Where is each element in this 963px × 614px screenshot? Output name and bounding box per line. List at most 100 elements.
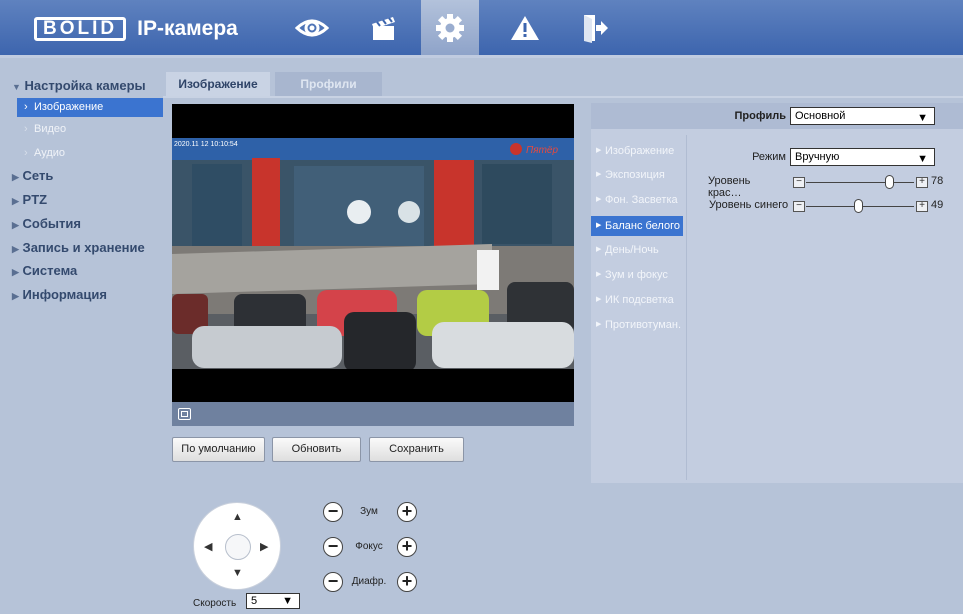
refresh-button[interactable]: Обновить [272, 437, 361, 462]
iris-in-button[interactable]: + [397, 572, 417, 592]
sidebar-group-label: Система [22, 263, 78, 278]
triangle-right-icon: ▶ [596, 147, 602, 154]
menu-item-label: Изображение [605, 145, 675, 157]
nav-live-view[interactable] [283, 0, 341, 55]
triangle-right-icon: ▶ [12, 267, 19, 277]
arrow-right-icon[interactable]: ▶ [260, 540, 268, 553]
video-timestamp: 2020.11 12 10:10:54 [174, 141, 238, 148]
video-toolbar [172, 402, 574, 426]
nav-settings[interactable] [421, 0, 479, 55]
triangle-right-icon: ▶ [12, 291, 19, 301]
chevron-right-icon: › [24, 101, 28, 113]
red-decrease-button[interactable]: − [793, 177, 805, 188]
clapperboard-icon [372, 16, 395, 40]
sidebar-events[interactable]: ▶ События [12, 216, 81, 231]
mode-select[interactable]: Вручную ▼ [790, 148, 935, 166]
triangle-right-icon: ▶ [12, 244, 19, 254]
zoom-label: Зум [360, 506, 378, 517]
menu-item-zoom-focus[interactable]: ▶ Зум и фокус [591, 265, 683, 285]
red-increase-button[interactable]: + [916, 177, 928, 188]
menu-item-backlight[interactable]: ▶ Фон. Засветка [591, 190, 683, 210]
chevron-right-icon: › [24, 123, 28, 135]
sidebar-ptz[interactable]: ▶ PTZ [12, 192, 47, 207]
sidebar-item-audio[interactable]: › Аудио [17, 144, 163, 163]
menu-item-label: Противотуман. [605, 319, 682, 331]
menu-item-ir[interactable]: ▶ ИК подсветка [591, 290, 683, 310]
chevron-down-icon: ▼ [917, 112, 928, 124]
eye-icon [295, 19, 329, 36]
zoom-out-button[interactable]: − [323, 502, 343, 522]
mode-label: Режим [752, 151, 786, 163]
speed-label: Скорость [193, 598, 237, 609]
sidebar-camera-settings[interactable]: ▼ Настройка камеры [12, 78, 146, 93]
blue-slider-knob[interactable] [853, 199, 863, 213]
profile-select[interactable]: Основной ▼ [790, 107, 935, 125]
arrow-down-icon[interactable]: ▼ [232, 567, 243, 579]
chevron-down-icon: ▼ [917, 153, 928, 165]
triangle-right-icon: ▶ [596, 222, 602, 229]
menu-item-day-night[interactable]: ▶ День/Ночь [591, 240, 683, 260]
speed-select[interactable]: 5 ▼ [246, 593, 300, 609]
blue-decrease-button[interactable]: − [793, 201, 805, 212]
triangle-right-icon: ▶ [596, 321, 602, 328]
nav-playback[interactable] [354, 0, 412, 55]
ptz-dpad[interactable]: ▲ ▼ ◀ ▶ [193, 502, 281, 590]
focus-out-button[interactable]: − [323, 537, 343, 557]
red-slider-knob[interactable] [885, 175, 895, 189]
sidebar-item-image[interactable]: › Изображение [17, 98, 163, 117]
exit-icon [584, 14, 608, 43]
save-button[interactable]: Сохранить [369, 437, 464, 462]
nav-alarm[interactable] [496, 0, 554, 55]
sidebar-group-label: Информация [22, 287, 107, 302]
triangle-right-icon: ▶ [12, 220, 19, 230]
triangle-right-icon: ▶ [596, 271, 602, 278]
tab-profiles[interactable]: Профили [275, 72, 382, 96]
iris-label: Диафр. [351, 576, 387, 587]
blue-increase-button[interactable]: + [916, 201, 928, 212]
mode-value: Вручную [795, 151, 840, 163]
sidebar-group-label: PTZ [22, 192, 48, 207]
nav-logout[interactable] [566, 0, 624, 55]
chevron-right-icon: › [24, 147, 28, 159]
sidebar-network[interactable]: ▶ Сеть [12, 168, 53, 183]
sidebar: ▼ Настройка камеры › Изображение › Видео… [0, 58, 163, 614]
sidebar-group-label: События [22, 216, 81, 231]
tab-strip-line [163, 96, 963, 98]
iris-out-button[interactable]: − [323, 572, 343, 592]
menu-item-image[interactable]: ▶ Изображение [591, 141, 683, 161]
sidebar-system[interactable]: ▶ Система [12, 263, 77, 278]
menu-divider [686, 135, 687, 480]
sidebar-item-label: Изображение [34, 101, 104, 113]
menu-item-label: Баланс белого [605, 220, 680, 232]
focus-in-button[interactable]: + [397, 537, 417, 557]
menu-item-label: ИК подсветка [605, 294, 674, 306]
menu-item-white-balance[interactable]: ▶ Баланс белого [591, 216, 683, 236]
triangle-right-icon: ▶ [596, 296, 602, 303]
arrow-left-icon[interactable]: ◀ [204, 540, 212, 553]
tab-image[interactable]: Изображение [166, 72, 270, 96]
logo-box: BOLID [34, 17, 127, 41]
focus-label: Фокус [355, 541, 383, 552]
triangle-right-icon: ▶ [596, 171, 602, 178]
gear-icon [436, 13, 464, 42]
arrow-up-icon[interactable]: ▲ [232, 511, 243, 523]
sidebar-item-video[interactable]: › Видео [17, 120, 163, 139]
sidebar-group-label: Запись и хранение [22, 240, 145, 255]
triangle-right-icon: ▶ [12, 172, 19, 182]
sidebar-storage[interactable]: ▶ Запись и хранение [12, 240, 145, 255]
top-bar: BOLID IP-камера [0, 0, 963, 58]
menu-item-defog[interactable]: ▶ Противотуман. [591, 315, 683, 335]
sidebar-item-label: Аудио [34, 147, 66, 159]
chevron-down-icon: ▼ [282, 595, 293, 607]
warning-icon [511, 15, 539, 40]
menu-item-exposure[interactable]: ▶ Экспозиция [591, 165, 683, 185]
sidebar-info[interactable]: ▶ Информация [12, 287, 107, 302]
red-slider-track[interactable] [806, 182, 914, 183]
default-button[interactable]: По умолчанию [172, 437, 265, 462]
menu-item-label: День/Ночь [605, 244, 659, 256]
zoom-in-button[interactable]: + [397, 502, 417, 522]
fullscreen-icon[interactable] [178, 408, 191, 420]
video-preview[interactable]: 2020.11 12 10:10:54 Пятёр [172, 104, 574, 426]
ptz-center[interactable] [225, 534, 251, 560]
sidebar-group-label: Сеть [22, 168, 54, 183]
